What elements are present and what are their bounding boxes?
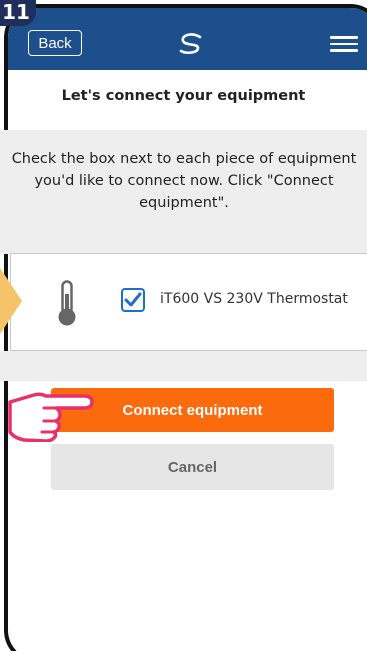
step-number-badge: 11	[0, 0, 36, 26]
app-header: Back	[8, 8, 367, 70]
back-button[interactable]: Back	[28, 30, 82, 56]
instructions-line: Check the box next to each piece of equi…	[11, 151, 357, 167]
salus-s-logo-icon	[179, 33, 202, 54]
checkmark-icon	[124, 292, 142, 307]
equipment-checkbox[interactable]	[121, 288, 145, 312]
instructions-text: Check the box next to each piece of equi…	[0, 148, 367, 214]
equipment-name-label: iT600 VS 230V Thermostat	[160, 291, 348, 307]
instructions-line: equipment".	[139, 195, 229, 211]
cancel-button[interactable]: Cancel	[51, 444, 334, 490]
spacer-band	[0, 351, 367, 381]
hamburger-menu-icon[interactable]	[330, 36, 358, 52]
page-title: Let's connect your equipment	[61, 88, 306, 104]
pointer-arrow-icon	[0, 268, 22, 334]
spacer-band	[0, 224, 367, 254]
thermometer-icon	[58, 280, 76, 326]
instructions-line: you'd like to connect now. Click "Connec…	[34, 173, 334, 189]
pointing-hand-icon	[8, 392, 94, 442]
